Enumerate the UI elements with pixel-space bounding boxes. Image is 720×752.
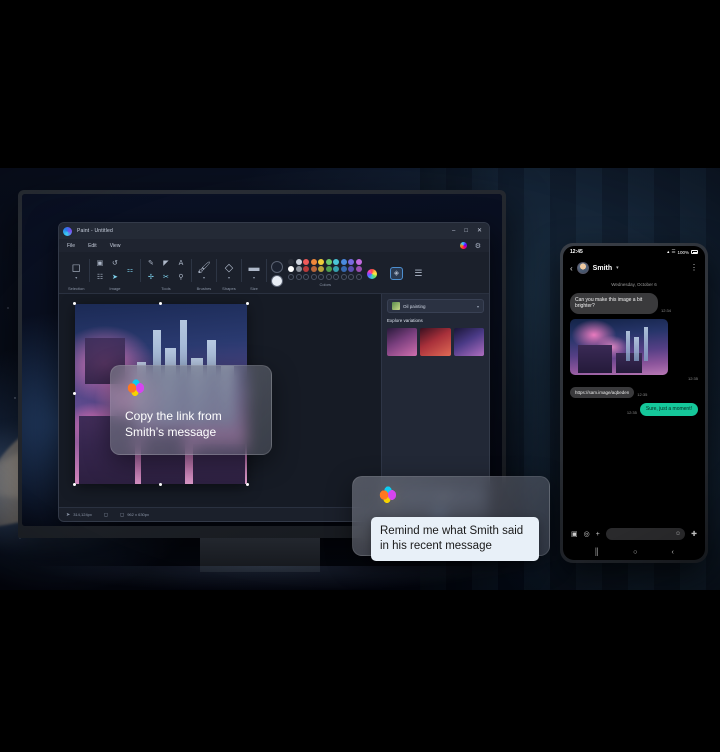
scene-vignette (0, 168, 720, 590)
screenshot-stage: Paint - Untitled – □ ✕ File Edit View (0, 0, 720, 752)
scene-viewport: Paint - Untitled – □ ✕ File Edit View (0, 168, 720, 590)
